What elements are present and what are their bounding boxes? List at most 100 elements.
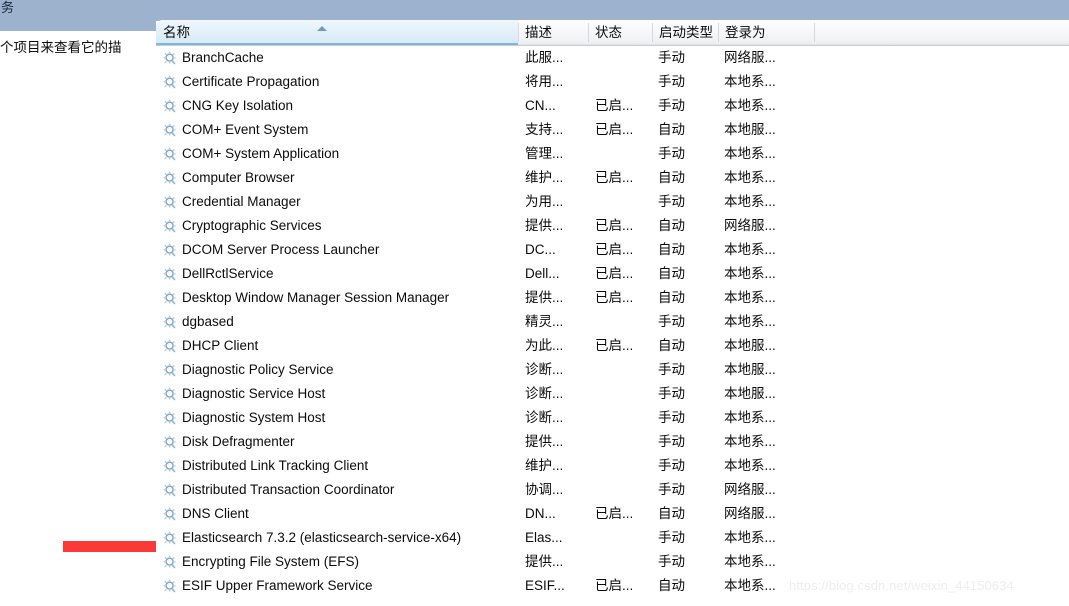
table-row[interactable]: CNG Key Isolation CN... 已启... 手动 本地系... [156, 94, 1069, 118]
table-row[interactable]: Computer Browser 维护... 已启... 自动 本地系... [156, 166, 1069, 190]
gear-icon [163, 51, 177, 65]
cell-log-on-as: 本地系... [724, 434, 776, 449]
column-header-start[interactable]: 启动类型 [652, 20, 718, 45]
cell-log-on-as: 本地系... [724, 266, 776, 281]
table-row[interactable]: Disk Defragmenter 提供... 手动 本地系... [156, 430, 1069, 454]
cell-status [595, 478, 653, 502]
cell-startup-type: 手动 [658, 74, 685, 89]
table-row[interactable]: Diagnostic Policy Service 诊断... 手动 本地服... [156, 358, 1069, 382]
cell-log-on-as: 本地系... [724, 554, 776, 569]
cell-log-on-as: 本地系... [724, 98, 776, 113]
column-header-desc[interactable]: 描述 [518, 20, 588, 45]
cell-description: CN... [525, 98, 556, 113]
cell-startup-type: 手动 [658, 50, 685, 65]
cell-status: 已启... [595, 98, 634, 113]
column-header-status[interactable]: 状态 [588, 20, 652, 45]
table-row[interactable]: Credential Manager 为用... 手动 本地系... [156, 190, 1069, 214]
cell-status: 已启... [595, 242, 634, 257]
gear-icon [163, 483, 177, 497]
cell-status [595, 310, 653, 334]
cell-description: 提供... [525, 434, 564, 449]
cell-startup-type: 手动 [658, 458, 685, 473]
table-row[interactable]: COM+ System Application 管理... 手动 本地系... [156, 142, 1069, 166]
cell-startup-type: 手动 [658, 434, 685, 449]
cell-startup-type: 自动 [658, 122, 685, 137]
gear-icon [163, 339, 177, 353]
cell-status [595, 142, 653, 166]
cell-log-on-as: 本地系... [724, 458, 776, 473]
table-row[interactable]: BranchCache 此服... 手动 网络服... [156, 46, 1069, 70]
cell-status [595, 190, 653, 214]
table-row[interactable]: Cryptographic Services 提供... 已启... 自动 网络服... [156, 214, 1069, 238]
cell-description: 为此... [525, 338, 564, 353]
table-row[interactable]: DellRctlService Dell... 已启... 自动 本地系... [156, 262, 1069, 286]
table-row[interactable]: Distributed Link Tracking Client 维护... 手动 本… [156, 454, 1069, 478]
gear-icon [163, 531, 177, 545]
gear-icon [163, 195, 177, 209]
column-header-name[interactable]: 名称 [156, 20, 518, 45]
table-row[interactable]: Diagnostic System Host 诊断... 手动 本地系... [156, 406, 1069, 430]
cell-log-on-as: 本地系... [724, 314, 776, 329]
cell-service-name: Cryptographic Services [182, 218, 322, 233]
column-divider[interactable] [588, 23, 589, 42]
column-divider[interactable] [814, 23, 815, 42]
cell-service-name: COM+ Event System [182, 122, 309, 137]
table-row[interactable]: Certificate Propagation 将用... 手动 本地系... [156, 70, 1069, 94]
cell-description: 诊断... [525, 410, 564, 425]
cell-service-name: Certificate Propagation [182, 74, 320, 89]
services-list-view[interactable]: 名称 描述 状态 启动类型 登录为 BranchCache 此服... 手动 网络服... Ce… [156, 20, 1069, 606]
table-row[interactable]: dgbased 精灵... 手动 本地系... [156, 310, 1069, 334]
table-row[interactable]: DCOM Server Process Launcher DC... 已启... 自动… [156, 238, 1069, 262]
cell-description: 提供... [525, 218, 564, 233]
cell-status [595, 430, 653, 454]
column-divider[interactable] [652, 23, 653, 42]
gear-icon [163, 315, 177, 329]
cell-status [595, 406, 653, 430]
gear-icon [163, 411, 177, 425]
table-row[interactable]: COM+ Event System 支持... 已启... 自动 本地服... [156, 118, 1069, 142]
cell-startup-type: 手动 [658, 482, 685, 497]
cell-log-on-as: 网络服... [724, 482, 776, 497]
cell-log-on-as: 本地服... [724, 338, 776, 353]
cell-service-name: Computer Browser [182, 170, 295, 185]
cell-startup-type: 自动 [658, 266, 685, 281]
cell-service-name: Diagnostic System Host [182, 410, 326, 425]
services-window: 务 个项目来查看它的描 名称 描述 状态 启动类型 登录为 BranchCache 此服.… [0, 0, 1069, 606]
titlebar-left-filler [0, 21, 156, 31]
cell-description: Dell... [525, 266, 560, 281]
gear-icon [163, 267, 177, 281]
table-row[interactable]: DNS Client DN... 已启... 自动 网络服... [156, 502, 1069, 526]
cell-log-on-as: 网络服... [724, 506, 776, 521]
cell-log-on-as: 本地服... [724, 122, 776, 137]
gear-icon [163, 435, 177, 449]
cell-status [595, 46, 653, 70]
cell-status [595, 358, 653, 382]
cell-service-name: DHCP Client [182, 338, 259, 353]
table-row[interactable]: Desktop Window Manager Session Manager 提供… [156, 286, 1069, 310]
table-row[interactable]: Diagnostic Service Host 诊断... 手动 本地服... [156, 382, 1069, 406]
gear-icon [163, 387, 177, 401]
cell-description: 协调... [525, 482, 564, 497]
description-pane: 个项目来查看它的描 [0, 31, 156, 606]
cell-status: 已启... [595, 122, 634, 137]
cell-log-on-as: 网络服... [724, 50, 776, 65]
table-row[interactable]: Elasticsearch 7.3.2 (elasticsearch-servi… [156, 526, 1069, 550]
cell-status: 已启... [595, 506, 634, 521]
table-row[interactable]: DHCP Client 为此... 已启... 自动 本地服... [156, 334, 1069, 358]
cell-log-on-as: 本地系... [724, 530, 776, 545]
cell-log-on-as: 本地系... [724, 170, 776, 185]
watermark-text: https://blog.csdn.net/weixin_44150634 [789, 578, 1014, 593]
cell-service-name: DNS Client [182, 506, 249, 521]
column-divider[interactable] [518, 23, 519, 42]
table-row[interactable]: Distributed Transaction Coordinator 协调...… [156, 478, 1069, 502]
cell-startup-type: 自动 [658, 170, 685, 185]
cell-log-on-as: 本地系... [724, 290, 776, 305]
gear-icon [163, 219, 177, 233]
cell-description: 将用... [525, 74, 564, 89]
cell-startup-type: 手动 [658, 410, 685, 425]
column-header-logon[interactable]: 登录为 [718, 20, 814, 45]
cell-description: 诊断... [525, 362, 564, 377]
cell-log-on-as: 本地服... [724, 386, 776, 401]
column-divider[interactable] [718, 23, 719, 42]
table-row[interactable]: Encrypting File System (EFS) 提供... 手动 本地系..… [156, 550, 1069, 574]
